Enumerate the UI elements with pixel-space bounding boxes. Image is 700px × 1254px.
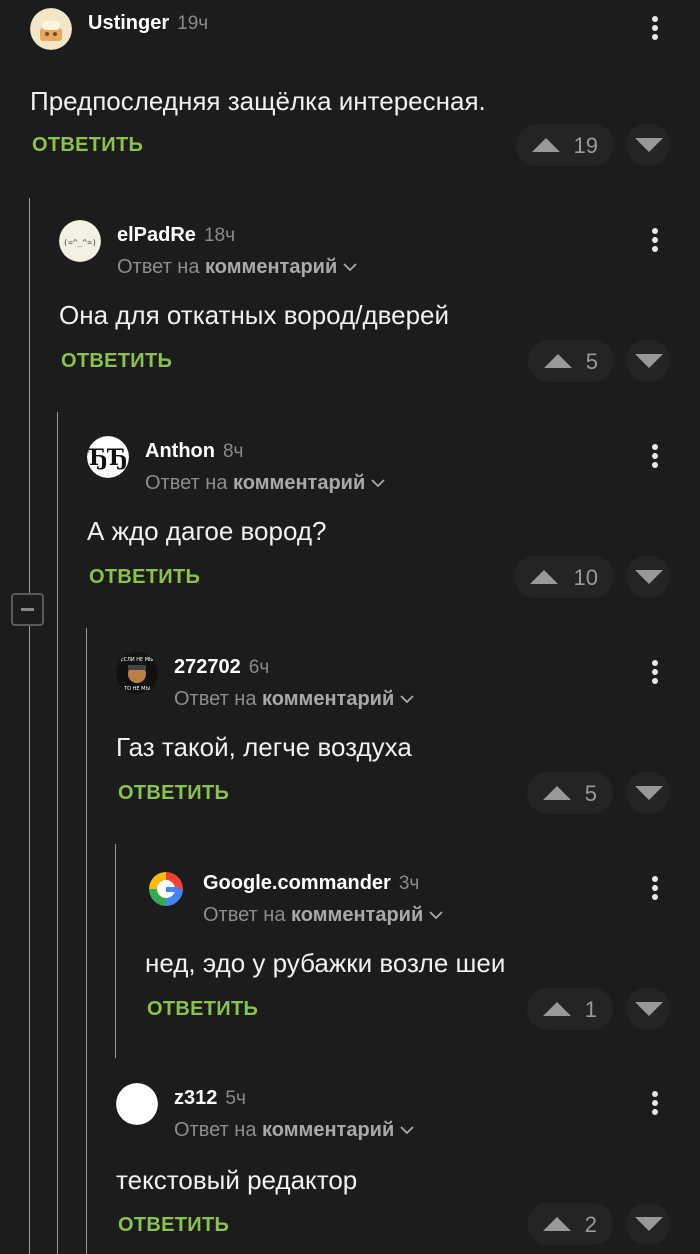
upvote-button[interactable]: 5 xyxy=(528,340,614,382)
thread-line-level-3 xyxy=(86,628,87,1254)
comment-time: 8ч xyxy=(222,441,244,462)
comment-text: нед, эдо у рубажки возле шеи xyxy=(145,948,506,978)
comment-text: Предпоследняя защёлка интересная. xyxy=(30,86,486,116)
thread-line-level-1 xyxy=(29,198,30,1254)
comment-time: 19ч xyxy=(177,13,209,34)
collapse-thread-button[interactable] xyxy=(11,593,44,626)
comment-text: Газ такой, легче воздуха xyxy=(116,732,412,762)
upvote-arrow-icon xyxy=(543,1002,571,1016)
comment-text: текстовый редактор xyxy=(116,1165,358,1195)
vote-count: 2 xyxy=(584,1212,597,1237)
comment-time: 3ч xyxy=(398,873,420,894)
avatar-image xyxy=(116,1083,158,1125)
kebab-menu-icon[interactable] xyxy=(640,654,670,688)
thread-line-level-2 xyxy=(57,412,58,1254)
reply-button[interactable]: ОТВЕТИТЬ xyxy=(118,782,229,805)
downvote-arrow-icon xyxy=(635,1217,663,1231)
reply-button[interactable]: ОТВЕТИТЬ xyxy=(32,134,143,157)
comment-time: 6ч xyxy=(248,657,270,678)
downvote-arrow-icon xyxy=(635,786,663,800)
downvote-button[interactable] xyxy=(626,124,670,166)
downvote-button[interactable] xyxy=(626,1203,670,1245)
svg-text:(=^_^=): (=^_^=) xyxy=(63,238,97,247)
vote-count: 1 xyxy=(584,997,597,1022)
downvote-button[interactable] xyxy=(626,340,670,382)
upvote-button[interactable]: 5 xyxy=(527,772,613,814)
avatar[interactable] xyxy=(145,868,187,910)
avatar[interactable] xyxy=(116,1083,158,1125)
upvote-arrow-icon xyxy=(532,138,560,152)
kebab-menu-icon[interactable] xyxy=(640,10,670,44)
reply-to-link[interactable]: Ответ на комментарий xyxy=(203,904,443,927)
comment-text: А ждо дагое вород? xyxy=(87,516,327,546)
chevron-down-icon xyxy=(429,911,443,920)
reply-button[interactable]: ОТВЕТИТЬ xyxy=(118,1214,229,1237)
upvote-button[interactable]: 2 xyxy=(527,1203,613,1245)
downvote-arrow-icon xyxy=(635,138,663,152)
avatar[interactable]: (=^_^=) xyxy=(59,220,101,262)
upvote-arrow-icon xyxy=(543,1217,571,1231)
chevron-down-icon xyxy=(371,479,385,488)
upvote-button[interactable]: 1 xyxy=(527,988,613,1030)
upvote-arrow-icon xyxy=(543,786,571,800)
comment-time: 5ч xyxy=(225,1088,246,1109)
downvote-button[interactable] xyxy=(626,772,670,814)
downvote-arrow-icon xyxy=(635,570,663,584)
author-name[interactable]: 272702 6ч xyxy=(174,656,269,679)
vote-count: 5 xyxy=(585,349,598,374)
svg-text:ЕСЛИ НЕ МЫ: ЕСЛИ НЕ МЫ xyxy=(121,657,154,663)
avatar-image: ЂЂ xyxy=(87,436,129,478)
reply-to-link[interactable]: Ответ на комментарий xyxy=(117,256,357,279)
downvote-arrow-icon xyxy=(635,1002,663,1016)
chevron-down-icon xyxy=(400,695,414,704)
reply-to-link[interactable]: Ответ на комментарий xyxy=(174,688,414,711)
avatar-image xyxy=(30,8,72,50)
vote-count: 10 xyxy=(573,565,598,590)
chevron-down-icon xyxy=(343,263,357,272)
kebab-menu-icon[interactable] xyxy=(640,222,670,256)
author-name[interactable]: elPadRe 18ч xyxy=(117,224,235,247)
downvote-arrow-icon xyxy=(635,354,663,368)
avatar-image: (=^_^=) xyxy=(59,220,101,262)
comment-time: 18ч xyxy=(203,225,235,246)
author-name[interactable]: z312 5ч xyxy=(174,1087,246,1110)
reply-button[interactable]: ОТВЕТИТЬ xyxy=(61,350,172,373)
chevron-down-icon xyxy=(400,1126,414,1135)
avatar-image: ЕСЛИ НЕ МЫ ТО НЕ МЫ xyxy=(116,652,158,694)
kebab-menu-icon[interactable] xyxy=(640,1085,670,1119)
author-name[interactable]: Google.commander 3ч xyxy=(203,872,419,895)
kebab-menu-icon[interactable] xyxy=(640,438,670,472)
reply-button[interactable]: ОТВЕТИТЬ xyxy=(89,566,200,589)
svg-text:ТО НЕ МЫ: ТО НЕ МЫ xyxy=(123,686,150,692)
comment-text: Она для откатных вород/дверей xyxy=(59,300,450,330)
upvote-button[interactable]: 19 xyxy=(516,124,614,166)
vote-count: 19 xyxy=(573,133,598,158)
avatar-image xyxy=(145,868,187,910)
thread-line-level-4 xyxy=(115,844,116,1058)
upvote-button[interactable]: 10 xyxy=(514,556,614,598)
upvote-arrow-icon xyxy=(544,354,572,368)
avatar[interactable]: ЂЂ xyxy=(87,436,129,478)
reply-button[interactable]: ОТВЕТИТЬ xyxy=(147,998,258,1021)
vote-count: 5 xyxy=(584,781,597,806)
reply-to-link[interactable]: Ответ на комментарий xyxy=(145,472,385,495)
upvote-arrow-icon xyxy=(530,570,558,584)
author-name[interactable]: Anthon 8ч xyxy=(145,440,243,463)
avatar[interactable]: ЕСЛИ НЕ МЫ ТО НЕ МЫ xyxy=(116,652,158,694)
author-name[interactable]: Ustinger 19ч xyxy=(88,12,208,35)
avatar[interactable] xyxy=(30,8,72,50)
reply-to-link[interactable]: Ответ на комментарий xyxy=(174,1119,414,1142)
kebab-menu-icon[interactable] xyxy=(640,870,670,904)
svg-text:ЂЂ: ЂЂ xyxy=(87,445,128,471)
downvote-button[interactable] xyxy=(626,988,670,1030)
downvote-button[interactable] xyxy=(626,556,670,598)
